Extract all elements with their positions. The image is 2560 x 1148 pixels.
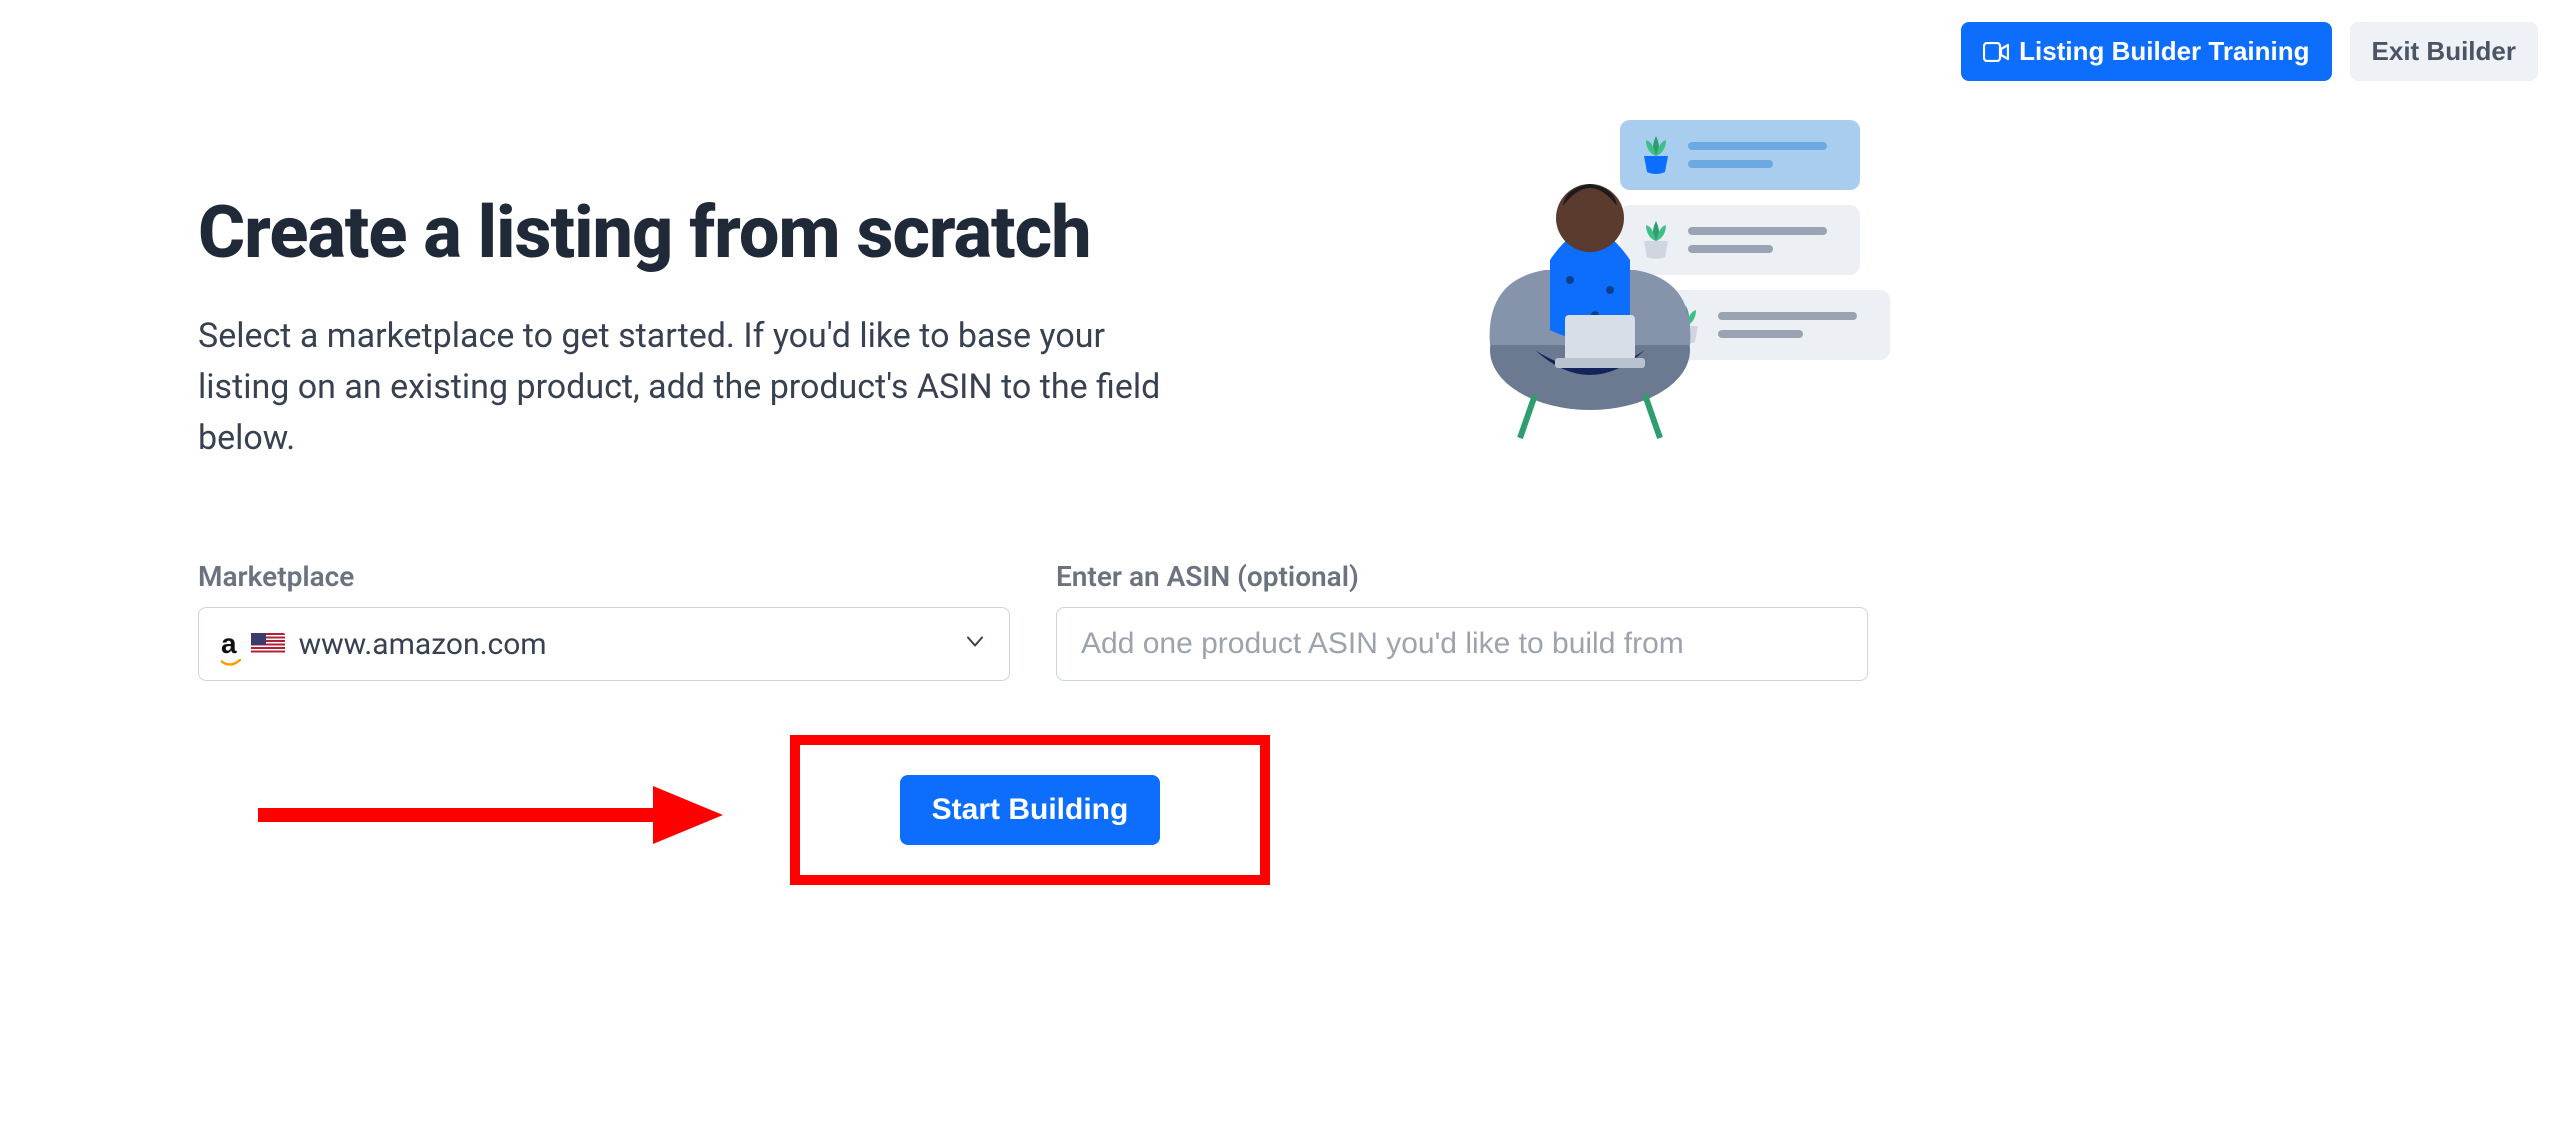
annotation-arrow-icon	[253, 780, 733, 850]
annotation-highlight-box: Start Building	[790, 735, 1270, 885]
asin-group: Enter an ASIN (optional)	[1056, 560, 1868, 681]
form-row: Marketplace a www.amazon.com Enter an AS…	[198, 560, 1868, 681]
listing-builder-training-button[interactable]: Listing Builder Training	[1961, 22, 2331, 81]
start-button-label: Start Building	[932, 793, 1129, 826]
marketplace-select[interactable]: a www.amazon.com	[198, 607, 1010, 681]
exit-builder-button[interactable]: Exit Builder	[2350, 22, 2538, 81]
start-building-button[interactable]: Start Building	[900, 775, 1161, 845]
marketplace-group: Marketplace a www.amazon.com	[198, 560, 1010, 681]
asin-input[interactable]	[1056, 607, 1868, 681]
chevron-down-icon	[963, 627, 987, 662]
illustration-lines	[1688, 142, 1842, 168]
top-bar: Listing Builder Training Exit Builder	[1961, 22, 2538, 81]
exit-button-label: Exit Builder	[2372, 36, 2516, 67]
illustration	[1475, 120, 1875, 460]
amazon-logo-icon: a	[221, 628, 237, 660]
illustration-lines	[1718, 312, 1872, 338]
training-button-label: Listing Builder Training	[2019, 36, 2309, 67]
asin-label: Enter an ASIN (optional)	[1056, 560, 1868, 593]
person-illustration	[1475, 140, 1705, 440]
marketplace-value: www.amazon.com	[299, 627, 547, 662]
us-flag-icon	[251, 633, 285, 655]
video-icon	[1983, 42, 2009, 62]
page-description: Select a marketplace to get started. If …	[198, 311, 1198, 464]
illustration-lines	[1688, 227, 1842, 253]
marketplace-label: Marketplace	[198, 560, 1010, 593]
